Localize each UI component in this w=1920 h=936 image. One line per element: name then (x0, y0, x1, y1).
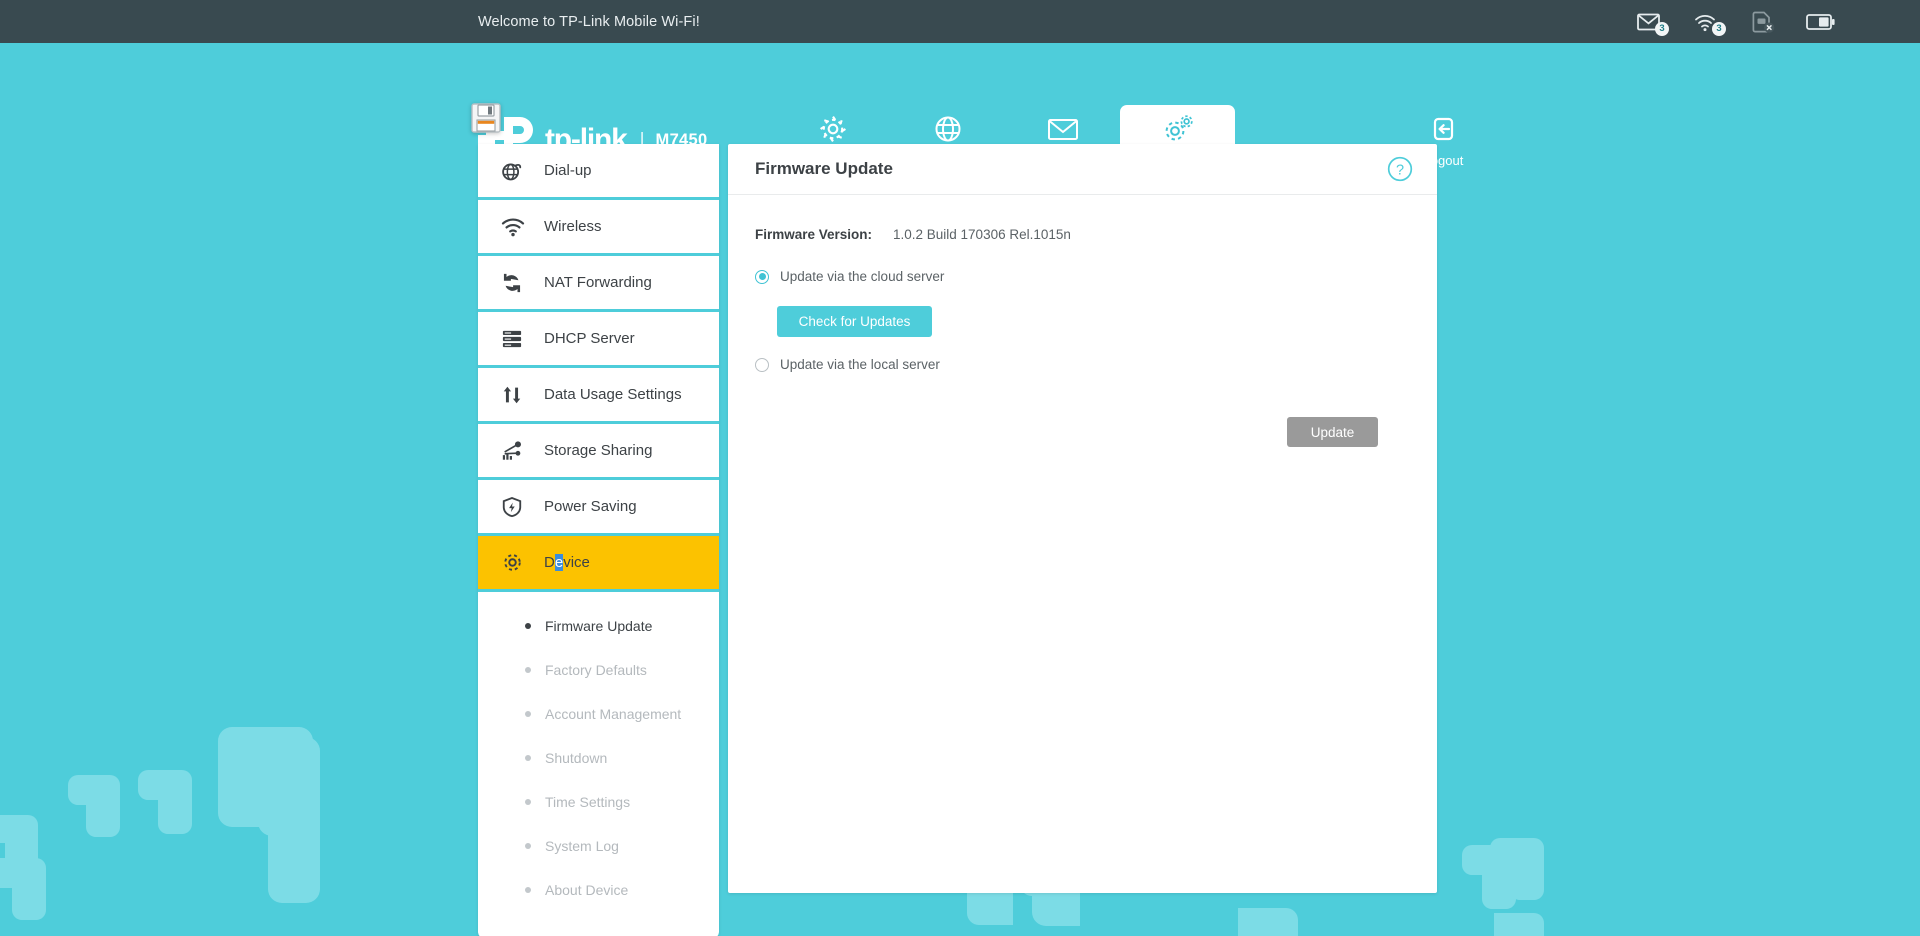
status-icon-tray: 3 3 (1635, 9, 1836, 36)
submenu-item-system-log-label: System Log (545, 838, 619, 854)
gear-icon (818, 112, 848, 145)
sidebar-menu: Dial-up Wireless NAT Forwarding DHCP Ser… (478, 144, 719, 936)
radio-cloud-indicator[interactable] (755, 269, 769, 284)
sidebar-item-nat-forwarding-label: NAT Forwarding (544, 274, 652, 291)
wifi-icon (501, 217, 531, 237)
sidebar-item-wireless[interactable]: Wireless (478, 200, 719, 256)
radio-cloud-label: Update via the cloud server (780, 269, 945, 284)
firmware-version-row: Firmware Version: 1.0.2 Build 170306 Rel… (755, 227, 1437, 242)
sim-card-error-icon[interactable] (1749, 9, 1779, 35)
envelope-icon (1047, 112, 1079, 145)
submenu-item-time-settings-label: Time Settings (545, 794, 631, 810)
server-stack-icon (501, 329, 531, 349)
battery-icon[interactable] (1806, 9, 1836, 35)
submenu-item-account-management-label: Account Management (545, 706, 682, 722)
sidebar-item-device-label: Device (544, 554, 590, 571)
device-submenu: Firmware Update Factory Defaults Account… (478, 592, 719, 936)
bullet-icon (525, 623, 531, 629)
sms-message-icon[interactable]: 3 (1635, 9, 1669, 36)
sidebar-item-data-usage-settings[interactable]: Data Usage Settings (478, 368, 719, 424)
sidebar-item-power-saving[interactable]: Power Saving (478, 480, 719, 536)
top-status-bar: Welcome to TP-Link Mobile Wi-Fi! 3 3 (0, 0, 1920, 43)
submenu-item-shutdown[interactable]: Shutdown (478, 736, 719, 780)
firmware-update-panel: Firmware Update ? Firmware Version: 1.0.… (728, 144, 1437, 893)
bullet-icon (525, 755, 531, 761)
device-label-selected-char: e (554, 554, 564, 571)
bullet-icon (525, 711, 531, 717)
globe-dialup-icon (501, 160, 531, 182)
shield-bolt-icon (501, 496, 531, 518)
welcome-message: Welcome to TP-Link Mobile Wi-Fi! (478, 13, 700, 30)
sidebar-item-dhcp-server-label: DHCP Server (544, 330, 635, 347)
panel-header: Firmware Update ? (728, 144, 1437, 195)
up-down-arrows-icon (501, 384, 531, 406)
sidebar-item-dial-up[interactable]: Dial-up (478, 144, 719, 200)
sidebar-item-storage-sharing-label: Storage Sharing (544, 442, 653, 459)
submenu-item-about-device[interactable]: About Device (478, 868, 719, 912)
submenu-item-system-log[interactable]: System Log (478, 824, 719, 868)
bullet-icon (525, 843, 531, 849)
submenu-item-factory-defaults-label: Factory Defaults (545, 662, 647, 678)
sidebar-item-storage-sharing[interactable]: Storage Sharing (478, 424, 719, 480)
wifi-badge-count: 3 (1712, 21, 1726, 36)
firmware-version-value: 1.0.2 Build 170306 Rel.1015n (893, 227, 1071, 242)
radio-update-via-local-server[interactable]: Update via the local server (755, 357, 1437, 372)
radio-local-label: Update via the local server (780, 357, 940, 372)
panel-body: Firmware Version: 1.0.2 Build 170306 Rel… (728, 195, 1437, 447)
check-for-updates-button[interactable]: Check for Updates (777, 306, 932, 337)
double-gear-icon (1161, 112, 1195, 145)
help-question-icon[interactable]: ? (1387, 156, 1413, 182)
firmware-version-label: Firmware Version: (755, 227, 873, 242)
submenu-item-firmware-update[interactable]: Firmware Update (478, 604, 719, 648)
refresh-arrows-icon (501, 272, 531, 294)
device-label-before: D (544, 554, 555, 571)
floppy-save-cursor-icon (471, 103, 501, 133)
update-button-row: Update (755, 417, 1437, 447)
submenu-item-firmware-update-label: Firmware Update (545, 618, 653, 634)
gear-icon (501, 551, 531, 574)
submenu-item-time-settings[interactable]: Time Settings (478, 780, 719, 824)
sidebar-item-wireless-label: Wireless (544, 218, 602, 235)
sidebar-item-device[interactable]: Device (478, 536, 719, 592)
sms-badge-count: 3 (1655, 21, 1669, 36)
svg-text:?: ? (1396, 162, 1404, 178)
sidebar-item-data-usage-settings-label: Data Usage Settings (544, 386, 682, 403)
bullet-icon (525, 887, 531, 893)
sidebar-item-nat-forwarding[interactable]: NAT Forwarding (478, 256, 719, 312)
submenu-item-about-device-label: About Device (545, 882, 629, 898)
bullet-icon (525, 667, 531, 673)
page-title: Firmware Update (755, 159, 893, 178)
device-label-after: vice (563, 554, 590, 571)
app-header: tp-link | M7450 Wizard (0, 43, 1920, 175)
share-nodes-icon (501, 440, 531, 462)
sidebar-item-power-saving-label: Power Saving (544, 498, 637, 515)
radio-update-via-cloud-server[interactable]: Update via the cloud server (755, 269, 1437, 284)
content-area: Dial-up Wireless NAT Forwarding DHCP Ser… (478, 144, 1920, 936)
update-button[interactable]: Update (1287, 417, 1378, 447)
submenu-item-shutdown-label: Shutdown (545, 750, 608, 766)
submenu-item-factory-defaults[interactable]: Factory Defaults (478, 648, 719, 692)
radio-local-indicator[interactable] (755, 357, 769, 372)
bullet-icon (525, 799, 531, 805)
sidebar-item-dial-up-label: Dial-up (544, 162, 592, 179)
submenu-item-account-management[interactable]: Account Management (478, 692, 719, 736)
wifi-clients-icon[interactable]: 3 (1692, 9, 1726, 36)
sidebar-item-dhcp-server[interactable]: DHCP Server (478, 312, 719, 368)
globe-icon (933, 112, 963, 145)
